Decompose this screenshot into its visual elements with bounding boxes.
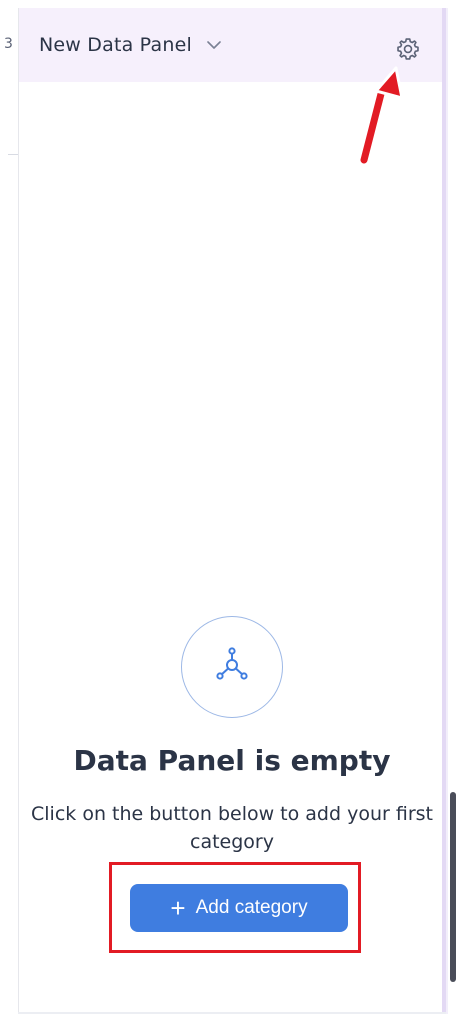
add-category-button[interactable]: + Add category: [130, 884, 348, 932]
plus-icon: +: [170, 893, 186, 923]
gear-icon[interactable]: [395, 36, 421, 62]
network-graph-icon: [213, 646, 251, 688]
empty-state-title: Data Panel is empty: [73, 744, 391, 777]
add-category-label: Add category: [195, 897, 308, 918]
background-glyph: 3: [4, 36, 13, 52]
page: 3 New Data Panel Data Panel is empty Cli…: [0, 0, 464, 1024]
background-app-sliver: 3: [0, 0, 18, 1024]
panel-edge-shadow: [446, 8, 448, 1014]
empty-state-description: Click on the button below to add your fi…: [31, 803, 433, 853]
panel-bottom-border: [18, 1012, 446, 1014]
background-divider: [8, 154, 18, 155]
empty-state-icon-circle: [181, 616, 283, 718]
panel-title[interactable]: New Data Panel: [39, 34, 192, 56]
annotation-arrow: [358, 66, 404, 164]
scrollbar-thumb[interactable]: [450, 792, 456, 982]
chevron-down-icon[interactable]: [206, 37, 222, 53]
